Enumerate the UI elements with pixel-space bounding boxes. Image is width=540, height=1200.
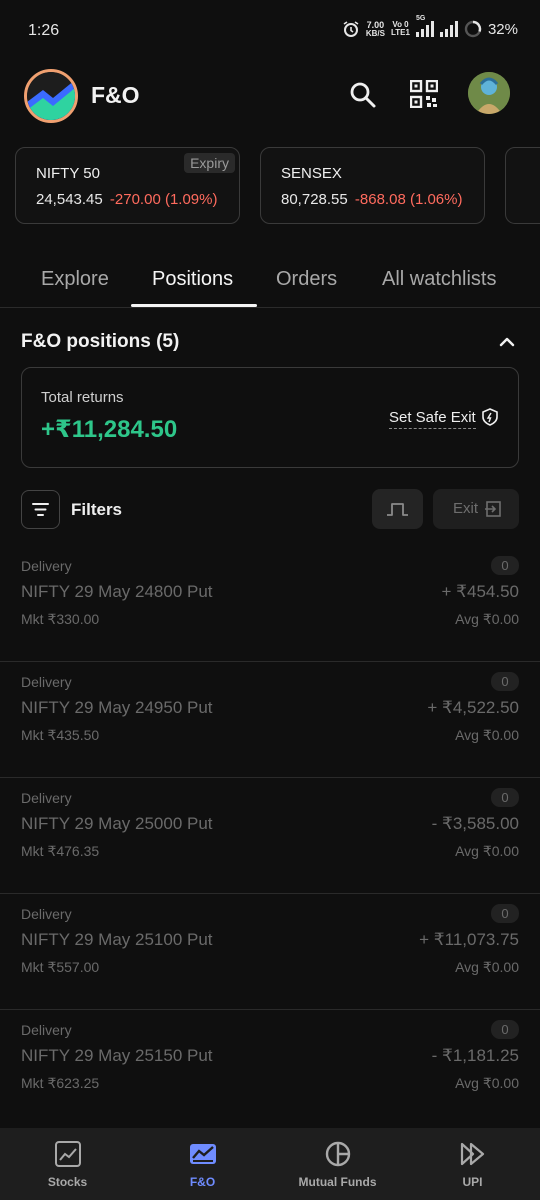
index-price: 24,543.45 — [36, 191, 103, 208]
position-market-price: Mkt ₹623.25 — [21, 1075, 100, 1091]
position-avg: Avg ₹0.00 — [455, 727, 519, 743]
upi-icon — [460, 1142, 485, 1166]
total-returns-card: Total returns +₹11,284.50 Set Safe Exit — [21, 367, 519, 468]
alarm-icon — [343, 21, 359, 37]
position-row[interactable]: Delivery NIFTY 29 May 24800 Put Mkt ₹330… — [0, 546, 540, 662]
bottom-nav: Stocks F&O Mutual Funds UPI — [0, 1128, 540, 1200]
fno-icon — [190, 1144, 216, 1164]
position-type: Delivery — [21, 1022, 72, 1038]
position-avg: Avg ₹0.00 — [455, 959, 519, 975]
index-price: 80,728.55 — [281, 191, 348, 208]
exit-label: Exit — [453, 500, 479, 517]
index-card-partial[interactable] — [505, 147, 540, 224]
total-returns-value: +₹11,284.50 — [41, 416, 178, 443]
nav-label: Mutual Funds — [298, 1175, 377, 1189]
nav-upi[interactable]: UPI — [405, 1128, 540, 1200]
position-pl: - ₹1,181.25 — [431, 1046, 519, 1065]
position-name: NIFTY 29 May 24800 Put — [21, 582, 213, 601]
avatar-image — [468, 72, 510, 114]
position-market-price: Mkt ₹435.50 — [21, 727, 100, 743]
network-speed: 7.00 KB/S — [365, 19, 385, 38]
battery-percent: 32% — [487, 20, 518, 38]
position-name: NIFTY 29 May 24950 Put — [21, 698, 213, 717]
position-market-price: Mkt ₹476.35 — [21, 843, 100, 859]
chevron-up-icon[interactable] — [498, 333, 516, 351]
position-type: Delivery — [21, 790, 72, 806]
chart-line-icon — [55, 1141, 81, 1167]
position-row[interactable]: Delivery NIFTY 29 May 25150 Put Mkt ₹623… — [0, 1010, 540, 1126]
status-time: 1:26 — [28, 22, 60, 39]
app-logo[interactable] — [24, 69, 78, 123]
position-row[interactable]: Delivery NIFTY 29 May 25100 Put Mkt ₹557… — [0, 894, 540, 1010]
expiry-badge: Expiry — [184, 153, 235, 173]
filters-label[interactable]: Filters — [71, 500, 122, 520]
shield-icon[interactable] — [482, 408, 498, 426]
active-tab-indicator — [131, 304, 257, 307]
position-quantity-badge: 0 — [491, 672, 519, 691]
position-quantity-badge: 0 — [491, 556, 519, 575]
position-quantity-badge: 0 — [491, 788, 519, 807]
position-type: Delivery — [21, 558, 72, 574]
filters-button[interactable] — [21, 490, 60, 529]
index-card-sensex[interactable]: SENSEX 80,728.55 -868.08 (1.06%) — [260, 147, 485, 224]
status-bar: 1:26 7.00 KB/S Vo 0 LTE1 5G 32% — [0, 0, 540, 60]
tab-orders[interactable]: Orders — [276, 268, 337, 291]
position-quantity-badge: 0 — [491, 904, 519, 923]
index-name: SENSEX — [281, 165, 342, 182]
avatar[interactable] — [468, 72, 510, 114]
filter-icon — [32, 503, 49, 516]
signal-5g: 5G — [415, 15, 434, 37]
position-name: NIFTY 29 May 25100 Put — [21, 930, 213, 949]
page-title: F&O — [91, 82, 140, 108]
position-pl: - ₹3,585.00 — [431, 814, 519, 833]
pie-icon — [325, 1141, 351, 1167]
position-row[interactable]: Delivery NIFTY 29 May 25000 Put Mkt ₹476… — [0, 778, 540, 894]
nav-label: Stocks — [47, 1175, 88, 1189]
payoff-chart-icon — [387, 503, 408, 516]
exit-icon — [485, 501, 501, 517]
position-pl: + ₹4,522.50 — [427, 698, 519, 717]
position-market-price: Mkt ₹557.00 — [21, 959, 100, 975]
position-type: Delivery — [21, 906, 72, 922]
set-safe-exit-link[interactable]: Set Safe Exit — [389, 409, 476, 429]
index-card-nifty[interactable]: Expiry NIFTY 50 24,543.45 -270.00 (1.09%… — [15, 147, 240, 224]
nav-label: F&O — [189, 1175, 216, 1189]
nav-stocks[interactable]: Stocks — [0, 1128, 135, 1200]
payoff-chart-button[interactable] — [372, 489, 423, 529]
index-change: -270.00 (1.09%) — [109, 191, 218, 208]
tab-explore[interactable]: Explore — [41, 268, 109, 291]
index-values: 24,543.45 -270.00 (1.09%) — [36, 191, 217, 208]
nav-label: UPI — [462, 1175, 483, 1189]
position-pl: + ₹454.50 — [441, 582, 519, 601]
total-returns-label: Total returns — [41, 389, 124, 406]
tab-all-watchlists[interactable]: All watchlists — [382, 268, 496, 291]
nav-mutual-funds[interactable]: Mutual Funds — [270, 1128, 405, 1200]
positions-section-title: F&O positions (5) — [21, 331, 180, 352]
signal-bars-icon — [415, 21, 434, 37]
position-market-price: Mkt ₹330.00 — [21, 611, 100, 627]
position-quantity-badge: 0 — [491, 1020, 519, 1039]
position-row[interactable]: Delivery NIFTY 29 May 24950 Put Mkt ₹435… — [0, 662, 540, 778]
index-name: NIFTY 50 — [36, 165, 100, 182]
index-change: -868.08 (1.06%) — [354, 191, 463, 208]
position-name: NIFTY 29 May 25000 Put — [21, 814, 213, 833]
tab-positions[interactable]: Positions — [152, 268, 233, 291]
signal-bars-icon-2 — [439, 21, 458, 37]
status-icons: 7.00 KB/S Vo 0 LTE1 5G 32% — [342, 15, 518, 38]
position-avg: Avg ₹0.00 — [455, 1075, 519, 1091]
position-type: Delivery — [21, 674, 72, 690]
nav-fno[interactable]: F&O — [135, 1128, 270, 1200]
position-pl: + ₹11,073.75 — [419, 930, 519, 949]
index-values: 80,728.55 -868.08 (1.06%) — [281, 191, 462, 208]
tab-bar: Explore Positions Orders All watchlists — [0, 264, 540, 308]
battery-icon — [464, 20, 482, 38]
exit-button[interactable]: Exit — [433, 489, 519, 529]
position-avg: Avg ₹0.00 — [455, 843, 519, 859]
search-icon[interactable] — [348, 80, 378, 110]
position-avg: Avg ₹0.00 — [455, 611, 519, 627]
qr-code-icon[interactable] — [410, 80, 438, 108]
position-name: NIFTY 29 May 25150 Put — [21, 1046, 213, 1065]
volte-indicator: Vo 0 LTE1 — [391, 20, 410, 37]
app-logo-icon — [27, 72, 75, 120]
